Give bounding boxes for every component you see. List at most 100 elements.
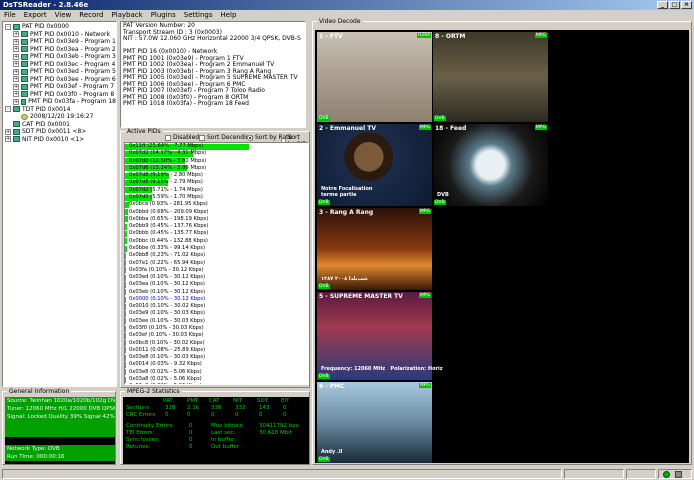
- info-line: NIT : 57.0W 12.060 GHz Horizontal 22000 …: [123, 35, 301, 42]
- pid-row[interactable]: 0x03e8 (0.10% - 30.03 Kbps): [125, 354, 308, 361]
- pid-row[interactable]: 0x0bb8 (0.23% - 71.02 Kbps): [125, 252, 308, 259]
- tree-item[interactable]: + PMT PID 0x03eb - Program 3: [3, 53, 116, 61]
- tree-item[interactable]: + PMT PID 0x03e9 - Program 1: [3, 38, 116, 46]
- tree-item[interactable]: + NIT PID 0x0010 <1>: [3, 136, 116, 144]
- pid-row[interactable]: 0x07d0 (5.59% - 1.70 Mbps): [125, 194, 308, 201]
- video-tile[interactable]: 3 - Rang A Rang MPG DVB شب‌یلدا ۲۰۰۸ ۱۳۸۷: [317, 208, 432, 290]
- tree-item[interactable]: + PMT PID 0x03f0 - Program 8: [3, 91, 116, 99]
- expand-icon[interactable]: +: [13, 31, 19, 38]
- video-tile[interactable]: 18 - Feed MPG DVB DVB: [433, 124, 548, 206]
- pid-row[interactable]: 0x0000 (0.10% - 30.12 Kbps): [125, 296, 308, 303]
- sort-by-rate-dot[interactable]: [247, 134, 253, 141]
- pid-row[interactable]: 0x03eb (0.10% - 30.12 Kbps): [125, 289, 308, 296]
- pid-row[interactable]: 0x03ee (0.10% - 30.03 Kbps): [125, 318, 308, 325]
- pid-row[interactable]: 0x0bbb (0.45% - 135.77 Kbps): [125, 230, 308, 237]
- pid-row[interactable]: 0x0bb9 (0.45% - 137.76 Kbps): [125, 223, 308, 230]
- menu-help[interactable]: Help: [220, 10, 236, 20]
- pid-row[interactable]: 0x03fa (0.10% - 30.12 Kbps): [125, 267, 308, 274]
- stats-header: PMT: [187, 398, 199, 404]
- channel-label: 3 - Rang A Rang: [319, 209, 374, 216]
- minimize-button[interactable]: _: [657, 1, 668, 9]
- pid-row[interactable]: 0x03e8 (0.02% - 5.06 Kbps): [125, 369, 308, 376]
- expand-icon[interactable]: +: [13, 38, 19, 45]
- tree-item[interactable]: + PMT PID 0x03ec - Program 4: [3, 61, 116, 69]
- menu-settings[interactable]: Settings: [184, 10, 213, 20]
- pid-row[interactable]: 0x11ff (25.64% - 7.77 Mbps): [125, 143, 308, 150]
- expand-icon[interactable]: +: [13, 46, 19, 53]
- stats-continuity-row: Continuity Errors: 0 Mux bitrate: 304117…: [123, 423, 309, 430]
- pid-row[interactable]: 0x03f0 (0.10% - 30.03 Kbps): [125, 325, 308, 332]
- tree-item[interactable]: + PMT PID 0x0010 - Network: [3, 31, 116, 39]
- pid-row[interactable]: 0x03a8 (0.02% - 5.06 Kbps): [125, 376, 308, 383]
- pid-row[interactable]: 0x07d6 (13.14% - 3.99 Mbps): [125, 165, 308, 172]
- menu-record[interactable]: Record: [79, 10, 103, 20]
- expand-icon[interactable]: +: [5, 128, 11, 135]
- menu-playback[interactable]: Playback: [111, 10, 142, 20]
- expand-icon[interactable]: +: [13, 61, 19, 68]
- pid-row[interactable]: 0x07d2 (14.17% - 4.31 Mbps): [125, 150, 308, 157]
- tree-item-label: PMT PID 0x03f0 - Program 8: [30, 90, 115, 98]
- expand-icon[interactable]: +: [13, 98, 19, 105]
- pid-row[interactable]: 0x0bbe (0.33% - 99.14 Kbps): [125, 245, 308, 252]
- video-tile[interactable]: 1 - FTV H264 DVB: [317, 32, 432, 122]
- video-tile[interactable]: 6 - PMC MPG DVB Andy .ll: [317, 382, 432, 463]
- expand-icon[interactable]: +: [13, 76, 19, 83]
- tree-item[interactable]: 2008/12/20 19:16:27: [3, 113, 116, 121]
- psi-tree[interactable]: - PAT PID 0x0000 + PMT PID 0x0010 - Network…: [2, 21, 117, 387]
- pid-row[interactable]: 0x07d8 (9.15% - 2.79 Mbps): [125, 179, 308, 186]
- general-info-row: Network Type: DVB: [5, 445, 115, 453]
- pid-row[interactable]: 0x0bca (0.93% - 281.95 Kbps): [125, 201, 308, 208]
- tree-item[interactable]: + PMT PID 0x03ea - Program 2: [3, 46, 116, 54]
- pid-rate-bar: [125, 238, 128, 245]
- pid-row[interactable]: 0x0bbc (0.44% - 132.88 Kbps): [125, 238, 308, 245]
- maximize-button[interactable]: □: [669, 1, 680, 9]
- pid-row[interactable]: 0x0bbd (0.68% - 209.09 Kbps): [125, 209, 308, 216]
- general-info-row: [5, 429, 115, 437]
- expand-icon[interactable]: +: [13, 53, 19, 60]
- video-tile[interactable]: 8 - ORTM MPG DVB: [433, 32, 548, 122]
- tree-item[interactable]: CAT PID 0x0001: [3, 121, 116, 129]
- sort-descending-box[interactable]: [199, 134, 205, 141]
- pid-row[interactable]: 0x07d8 (9.19% - 2.80 Mbps): [125, 172, 308, 179]
- pid-row[interactable]: 0x0bba (0.65% - 198.19 Kbps): [125, 216, 308, 223]
- tree-item[interactable]: + PMT PID 0x03ed - Program 5: [3, 68, 116, 76]
- menu-plugins[interactable]: Plugins: [151, 10, 176, 20]
- tree-item[interactable]: + PMT PID 0x03fa - Program 18: [3, 98, 116, 106]
- channel-label: 18 - Feed: [435, 125, 467, 132]
- tree-item[interactable]: + SDT PID 0x0011 <8>: [3, 128, 116, 136]
- expand-icon[interactable]: +: [13, 91, 19, 98]
- pid-row[interactable]: 0x03e9 (0.02% - 5.06 Kbps): [125, 383, 308, 384]
- tree-item[interactable]: + PMT PID 0x03ee - Program 6: [3, 76, 116, 84]
- pid-row[interactable]: 0x03ed (0.10% - 30.12 Kbps): [125, 274, 308, 281]
- pid-row[interactable]: 0x0010 (0.10% - 30.02 Kbps): [125, 303, 308, 310]
- collapse-icon[interactable]: -: [5, 106, 11, 113]
- menu-export[interactable]: Export: [24, 10, 47, 20]
- collapse-icon[interactable]: -: [5, 23, 11, 30]
- pid-row[interactable]: 0x07d0 (12.50% - 3.80 Mbps): [125, 158, 308, 165]
- tree-item[interactable]: - TDT PID 0x0014: [3, 106, 116, 114]
- expand-icon[interactable]: +: [5, 136, 11, 143]
- disabled-checkbox-box[interactable]: [165, 134, 171, 141]
- pid-row[interactable]: 0x03e9 (0.10% - 30.03 Kbps): [125, 310, 308, 318]
- pid-row[interactable]: 0x07d2 (5.71% - 1.74 Mbps): [125, 187, 308, 194]
- video-tile[interactable]: 5 - SUPREME MASTER TV MPG DVB Frequency: 12…: [317, 292, 443, 380]
- expand-icon[interactable]: +: [13, 68, 19, 75]
- pid-row[interactable]: 0x0bc8 (0.10% - 30.02 Kbps): [125, 340, 308, 347]
- pid-row[interactable]: 0x03ef (0.10% - 30.03 Kbps): [125, 332, 308, 339]
- tree-item[interactable]: + PMT PID 0x03ef - Program 7: [3, 83, 116, 91]
- video-tile[interactable]: 2 - Emmanuel TV MPG DVB Notre Focalisation …: [317, 124, 432, 206]
- sort-descending-checkbox[interactable]: Sort Decending: [199, 134, 253, 141]
- menu-file[interactable]: File: [4, 10, 16, 20]
- pid-row[interactable]: 0x03ea (0.10% - 30.12 Kbps): [125, 281, 308, 288]
- menu-view[interactable]: View: [55, 10, 72, 20]
- pid-row[interactable]: 0x0014 (0.03% - 9.32 Kbps): [125, 361, 308, 369]
- pid-rate-list[interactable]: 0x11ff (25.64% - 7.77 Mbps) 0x07d2 (14.17…: [124, 142, 309, 385]
- disabled-checkbox[interactable]: Disabled: [165, 134, 199, 141]
- expand-icon[interactable]: +: [13, 83, 19, 90]
- close-button[interactable]: ×: [681, 1, 692, 9]
- pid-rate-label: 0x07e1 (0.22% - 65.94 Kbps): [129, 259, 205, 266]
- tree-item[interactable]: - PAT PID 0x0000: [3, 23, 116, 31]
- pid-row[interactable]: 0x07e1 (0.22% - 65.94 Kbps): [125, 260, 308, 267]
- tei-label: TEI Errors:: [126, 430, 155, 436]
- pid-row[interactable]: 0x0011 (0.08% - 25.89 Kbps): [125, 347, 308, 354]
